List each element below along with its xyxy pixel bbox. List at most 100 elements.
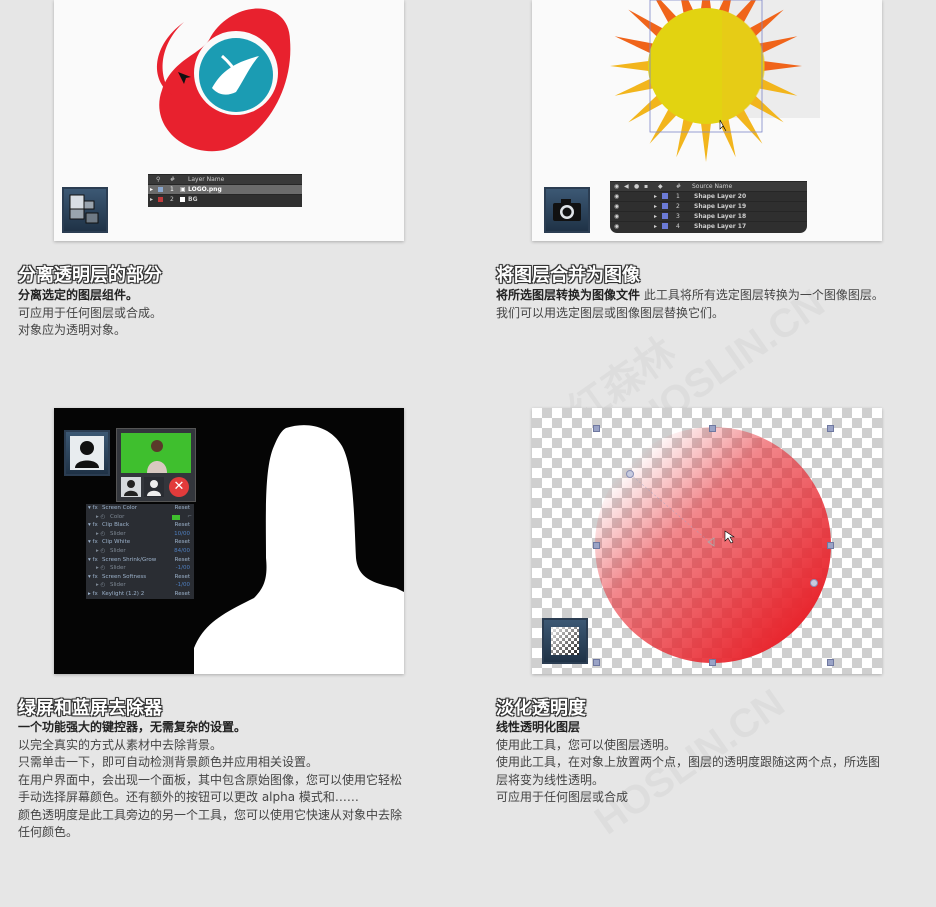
sun-ray (700, 117, 712, 162)
expand-icon[interactable]: ▸ (654, 222, 657, 231)
card-description: 一个功能强大的键控器，无需复杂的设置。 以完全真实的方式从素材中去除背景。 只需… (18, 720, 403, 839)
eye-icon[interactable]: ◉ (614, 192, 619, 201)
bbox-handle[interactable] (593, 659, 600, 666)
layer-row[interactable]: ◉ ▸ 3 Shape Layer 18 (610, 211, 807, 221)
remove-button[interactable]: ✕ (169, 477, 189, 497)
column-num: # (170, 176, 176, 183)
merge-tool-icon[interactable] (544, 187, 590, 233)
column-name: Layer Name (188, 176, 225, 183)
control-row[interactable]: ▸ fx Keylight (1.2) 2 Reset (86, 590, 194, 599)
reset-link: Reset (174, 590, 190, 597)
color-swatch (172, 514, 180, 520)
bbox-handle[interactable] (827, 542, 834, 549)
alpha-mode-button[interactable] (121, 477, 141, 497)
control-row[interactable]: ▸ ◴ Slider 10/00 (86, 530, 194, 539)
camera-icon (553, 199, 581, 221)
label-color (662, 223, 668, 229)
solid-icon (180, 197, 185, 202)
control-row[interactable]: ▸ ◴ Slider -1/00 (86, 581, 194, 590)
card-description: 分离选定的图层组件。 可应用于任何图层或合成。 对象应为透明对象。 (18, 288, 163, 337)
layer-header: ⚲ # Layer Name (148, 174, 302, 184)
control-row[interactable]: ▸ ◴ Slider 84/00 (86, 547, 194, 556)
control-row[interactable]: ▸ ◴ Slider -1/00 (86, 564, 194, 573)
reset-link: Reset (174, 556, 190, 563)
layer-panel: ⚲ # Layer Name ▸ 1 ▣ LOGO.png ▸ 2 BG (148, 174, 302, 207)
reset-link: Reset (174, 505, 190, 511)
layer-panel: ◉ ◀ ● ▪ ◆ # Source Name ◉ ▸ 1 Shape Laye… (610, 181, 807, 233)
label-color (662, 213, 668, 219)
image-icon: ▣ (180, 186, 186, 193)
stopwatch-icon: ▸ ◴ (96, 530, 106, 537)
separate-tool-icon[interactable] (62, 187, 108, 233)
audio-icon: ◀ (624, 183, 629, 190)
expand-icon: ▾ fx (88, 573, 98, 580)
screenshot-logo: ⚲ # Layer Name ▸ 1 ▣ LOGO.png ▸ 2 BG (54, 0, 404, 241)
expand-icon: ▾ fx (88, 539, 98, 546)
sun-ray (610, 60, 655, 72)
expand-icon: ▸ fx (88, 590, 98, 597)
card-title: 将图层合并为图像 (496, 265, 640, 286)
control-row[interactable]: ▾ fx Screen Shrink/Grow Reset (86, 556, 194, 565)
label-color (158, 197, 163, 202)
screenshot-fade (532, 408, 882, 674)
card-description: 将所选图层转换为图像文件 此工具将所有选定图层转换为一个图像图层。 我们可以用选… (496, 288, 884, 320)
layer-header: ◉ ◀ ● ▪ ◆ # Source Name (610, 181, 807, 191)
green-screen-preview[interactable] (121, 433, 191, 473)
card-title: 分离透明层的部分 (18, 265, 162, 286)
checkerboard-icon (551, 627, 579, 655)
expand-icon[interactable]: ▸ (654, 202, 657, 211)
screenshot-sun: ◉ ◀ ● ▪ ◆ # Source Name ◉ ▸ 1 Shape Laye… (532, 0, 882, 241)
label-color (662, 203, 668, 209)
person-icon (70, 436, 104, 470)
bbox-handle[interactable] (593, 542, 600, 549)
eyedropper-icon: ⌐ (187, 513, 192, 520)
expand-icon[interactable]: ▸ (150, 185, 153, 194)
card-title: 绿屏和蓝屏去除器 (18, 698, 162, 719)
eye-icon[interactable]: ◉ (614, 212, 619, 221)
bbox-handle[interactable] (709, 659, 716, 666)
reset-link: Reset (174, 573, 190, 580)
expand-icon: ▾ fx (88, 505, 98, 511)
layer-row[interactable]: ▸ 2 BG (148, 194, 302, 204)
solo-icon: ● (634, 183, 640, 190)
layer-row[interactable]: ◉ ▸ 4 Shape Layer 17 (610, 221, 807, 231)
control-row[interactable]: ▾ fx Clip Black Reset (86, 521, 194, 530)
expand-icon[interactable]: ▸ (654, 212, 657, 221)
screenshot-keying: ✕ ▾ fx Screen Color Reset ▸ ◴ Color ⌐ ▾ fx Cl… (54, 408, 404, 674)
bbox-handle[interactable] (827, 659, 834, 666)
reset-link: Reset (174, 522, 190, 529)
expand-icon: ▾ fx (88, 522, 98, 529)
bbox-handle[interactable] (709, 425, 716, 432)
eye-icon[interactable]: ◉ (614, 202, 619, 211)
eye-icon[interactable]: ◉ (614, 222, 619, 231)
close-icon: ✕ (173, 479, 185, 494)
layer-row[interactable]: ◉ ▸ 2 Shape Layer 19 (610, 201, 807, 211)
lock-icon: ▪ (644, 183, 649, 190)
stopwatch-icon: ▸ ◴ (96, 513, 106, 520)
layer-row[interactable]: ▸ 1 ▣ LOGO.png (148, 184, 302, 194)
card-title: 淡化透明度 (496, 698, 586, 719)
reset-link: Reset (174, 539, 190, 546)
label-color (158, 187, 163, 192)
expand-icon[interactable]: ▸ (150, 195, 153, 204)
person-outline-icon (124, 480, 138, 496)
label-color (662, 193, 668, 199)
card-description: 线性透明化图层 使用此工具，您可以使图层透明。 使用此工具，在对象上放置两个点，… (496, 720, 881, 804)
stopwatch-icon: ▸ ◴ (96, 547, 106, 554)
effect-controls: ▾ fx Screen Color Reset ▸ ◴ Color ⌐ ▾ fx Clip… (86, 504, 194, 599)
expand-icon[interactable]: ▸ (654, 192, 657, 201)
expand-icon: ▾ fx (88, 556, 98, 563)
original-preview-panel: ✕ (116, 428, 196, 502)
layer-row[interactable]: ◉ ▸ 1 Shape Layer 20 (610, 191, 807, 201)
bbox-handle[interactable] (593, 425, 600, 432)
stopwatch-icon: ▸ ◴ (96, 565, 106, 572)
control-row[interactable]: ▾ fx Screen Color Reset (86, 504, 194, 513)
bbox-handle[interactable] (827, 425, 834, 432)
keying-tool-icon[interactable] (64, 430, 110, 476)
control-row[interactable]: ▾ fx Screen Softness Reset (86, 573, 194, 582)
fade-tool-icon[interactable] (542, 618, 588, 664)
control-row[interactable]: ▸ ◴ Color ⌐ (86, 513, 194, 522)
control-row[interactable]: ▾ fx Clip White Reset (86, 538, 194, 547)
person-mode-button[interactable] (144, 477, 164, 497)
stopwatch-icon: ▸ ◴ (96, 582, 106, 589)
